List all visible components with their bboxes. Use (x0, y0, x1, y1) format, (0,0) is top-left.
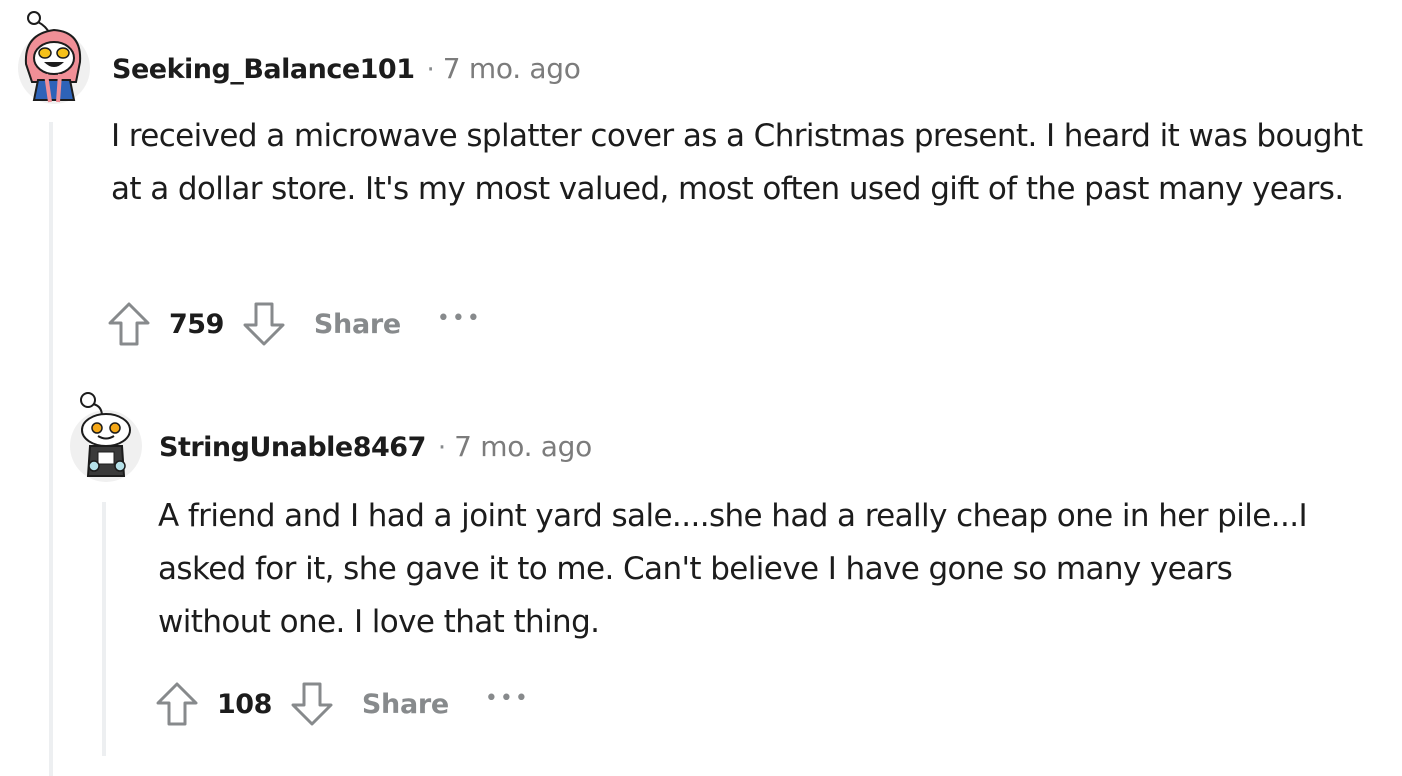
downvote-button[interactable] (290, 680, 334, 728)
share-button[interactable]: Share (362, 689, 449, 720)
downvote-button[interactable] (242, 300, 286, 348)
comment-meta: Seeking_Balance101 · 7 mo. ago (112, 52, 581, 85)
timestamp[interactable]: 7 mo. ago (443, 52, 581, 85)
more-options-button[interactable]: ••• (485, 686, 530, 711)
upvote-arrow-icon (108, 302, 150, 346)
snoo-avatar-icon (70, 392, 142, 482)
username[interactable]: StringUnable8467 (159, 432, 426, 463)
upvote-button[interactable] (155, 680, 199, 728)
comment-body: I received a microwave splatter cover as… (111, 118, 1363, 207)
upvote-button[interactable] (107, 300, 151, 348)
timestamp[interactable]: 7 mo. ago (454, 430, 592, 463)
thread-line-reply[interactable] (102, 502, 106, 756)
thread-line-root[interactable] (49, 122, 53, 776)
avatar[interactable] (68, 390, 144, 486)
vote-count: 108 (217, 688, 272, 720)
comment-actions: 108 Share ••• (155, 680, 530, 728)
comment-meta: StringUnable8467 · 7 mo. ago (159, 430, 592, 463)
more-options-button[interactable]: ••• (437, 306, 482, 331)
avatar[interactable] (16, 10, 92, 106)
downvote-arrow-icon (243, 302, 285, 346)
meta-separator: · (437, 433, 447, 463)
comment-body: A friend and I had a joint yard sale....… (158, 498, 1308, 640)
username[interactable]: Seeking_Balance101 (112, 54, 415, 85)
snoo-avatar-icon (18, 11, 90, 104)
downvote-arrow-icon (291, 682, 333, 726)
meta-separator: · (426, 55, 435, 85)
share-button[interactable]: Share (314, 309, 401, 340)
comment-actions: 759 Share ••• (107, 300, 482, 348)
upvote-arrow-icon (156, 682, 198, 726)
vote-count: 759 (169, 308, 224, 340)
